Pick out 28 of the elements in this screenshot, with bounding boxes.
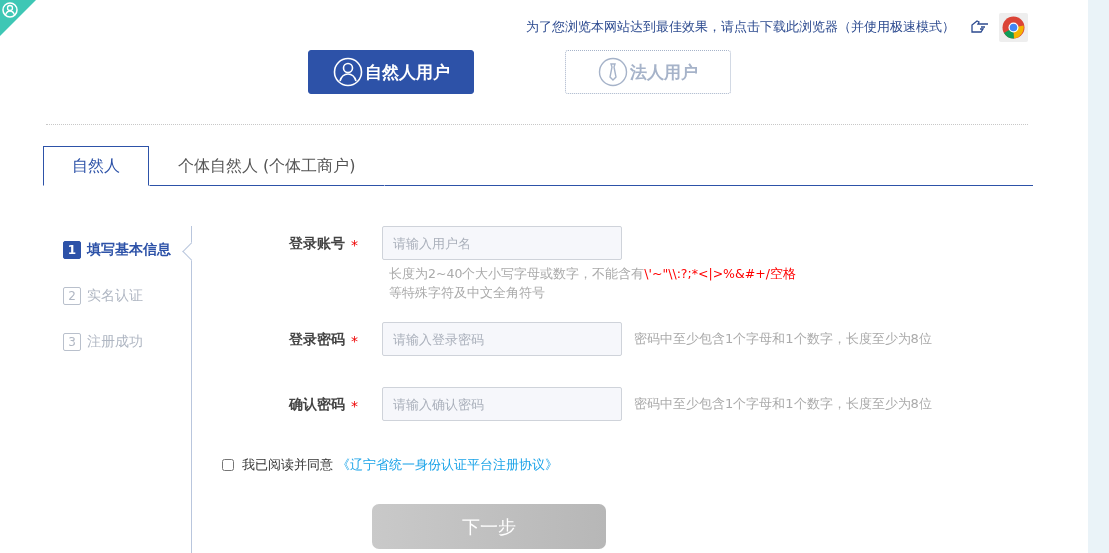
- tie-icon: [598, 57, 628, 87]
- agree-text: 我已阅读并同意: [242, 456, 333, 474]
- browser-notice: 为了您浏览本网站达到最佳效果，请点击下载此浏览器（并使用极速模式）: [526, 18, 955, 36]
- hint-text: 等特殊字符及中文全角符号: [388, 284, 546, 302]
- input-field[interactable]: 请输入确认密码: [382, 387, 622, 421]
- tab[interactable]: 自然人: [43, 146, 149, 186]
- user-icon: [332, 57, 363, 87]
- step-number: 3: [63, 333, 81, 351]
- hint-text: 密码中至少包含1个字母和1个数字，长度至少为8位: [634, 395, 932, 413]
- step-number: 2: [63, 287, 81, 305]
- input-field[interactable]: 请输入登录密码: [382, 322, 622, 356]
- step-label: 实名认证: [87, 287, 143, 305]
- step-number: 1: [63, 241, 81, 259]
- field-label: 登录账号: [288, 234, 345, 253]
- step-label: 填写基本信息: [87, 241, 171, 259]
- hint-text: 密码中至少包含1个字母和1个数字，长度至少为8位: [634, 330, 932, 348]
- browser-download-icon[interactable]: [999, 12, 1028, 42]
- step-label: 注册成功: [87, 333, 143, 351]
- pointing-hand-icon: [969, 19, 989, 35]
- required-mark: *: [350, 236, 359, 255]
- required-mark: *: [350, 332, 359, 351]
- user-type-button[interactable]: 自然人用户: [308, 50, 474, 94]
- agree-checkbox[interactable]: [222, 459, 234, 471]
- input-field[interactable]: 请输入用户名: [382, 226, 622, 260]
- hint-text: 长度为2~40个大小写字母或数字，不能含有\'~"\\:?;*<|>%&#+/空格: [388, 265, 796, 283]
- required-mark: *: [350, 397, 359, 416]
- field-label: 登录密码: [288, 330, 345, 349]
- field-label: 确认密码: [287, 395, 345, 414]
